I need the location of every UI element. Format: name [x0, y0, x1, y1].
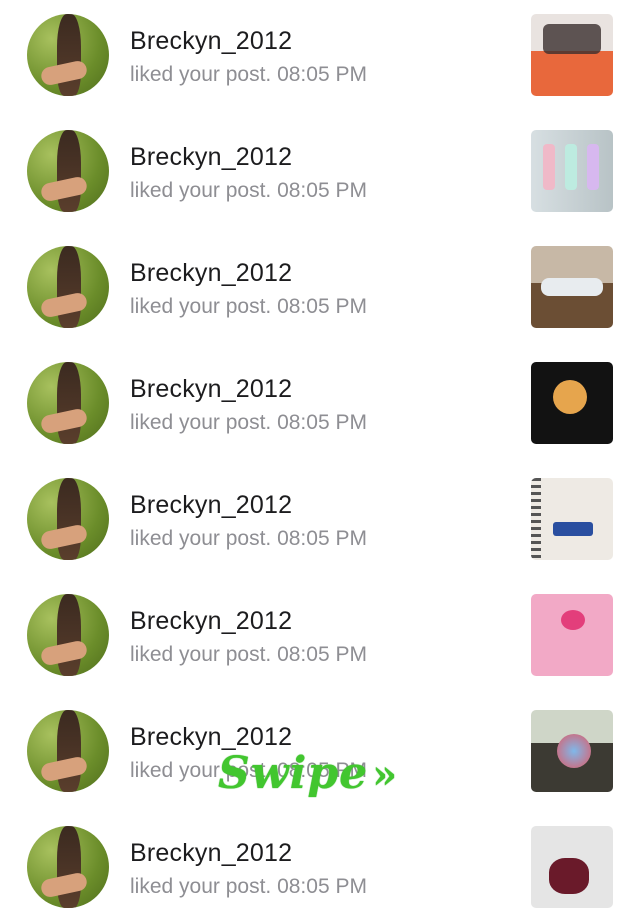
post-thumbnail[interactable]	[531, 826, 613, 908]
double-chevron-right-icon: »	[372, 751, 399, 798]
avatar[interactable]	[27, 826, 109, 908]
username[interactable]: Breckyn_2012	[130, 839, 292, 868]
list-item[interactable]: Breckyn_2012 liked your post. 08:05 PM	[0, 152, 640, 328]
notification-list: Breckyn_2012 liked your post. 08:05 PM B…	[0, 0, 640, 908]
list-item[interactable]: Breckyn_2012 liked your post. 08:05 PM	[0, 616, 640, 792]
list-item[interactable]: Breckyn_2012 liked your post. 08:05 PM	[0, 36, 640, 212]
list-item[interactable]: Breckyn_2012 liked your post. 08:05 PM	[0, 384, 640, 560]
swipe-label: Swipe	[218, 748, 369, 799]
swipe-hint-overlay: Swipe»	[218, 748, 398, 799]
list-item[interactable]: Breckyn_2012 liked your post. 08:05 PM	[0, 268, 640, 444]
activity-text: liked your post. 08:05 PM	[130, 875, 367, 898]
list-item[interactable]: Breckyn_2012 liked your post. 08:05 PM	[0, 0, 640, 96]
list-item[interactable]: Breckyn_2012 liked your post. 08:05 PM	[0, 500, 640, 676]
